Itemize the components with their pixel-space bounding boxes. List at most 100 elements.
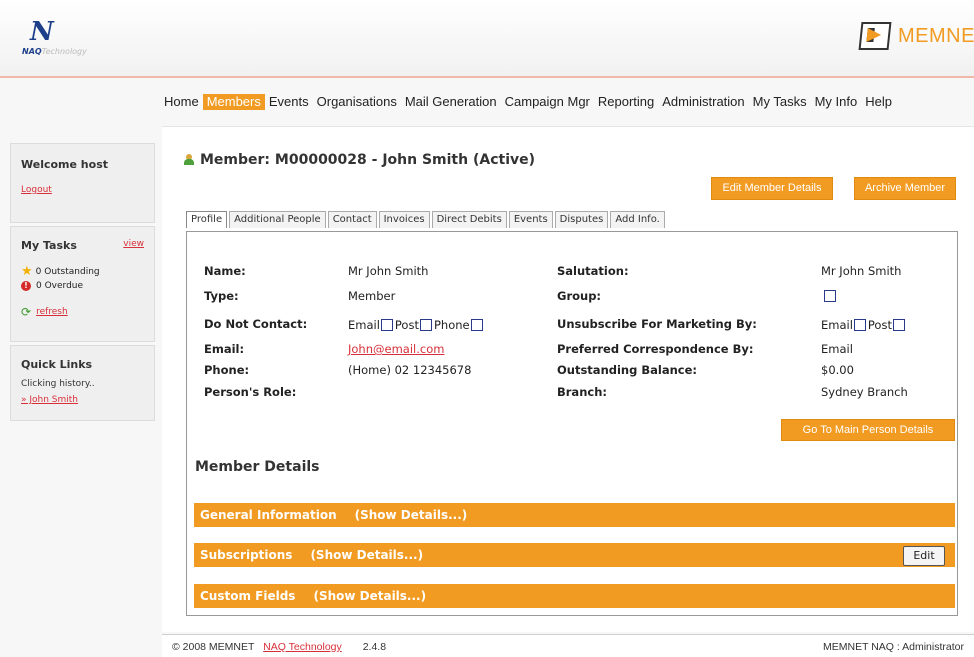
tab-invoices[interactable]: Invoices	[378, 211, 430, 228]
edit-member-details-button[interactable]: Edit Member Details	[711, 177, 833, 200]
email-link[interactable]: John@email.com	[348, 342, 444, 356]
branch-value: Sydney Branch	[821, 385, 908, 399]
group-checkbox[interactable]	[824, 290, 836, 302]
footer-company-link[interactable]: NAQ Technology	[263, 641, 342, 653]
welcome-box: Welcome host Logout	[10, 143, 155, 223]
quick-links-box: Quick Links Clicking history.. » John Sm…	[10, 345, 155, 421]
member-title-text: Member: M00000028 - John Smith (Active)	[200, 152, 536, 168]
persons-role-label: Person's Role:	[204, 385, 297, 399]
unsub-email-label: Email	[821, 318, 853, 332]
outstanding-count: 0 Outstanding	[35, 266, 100, 277]
tab-contact[interactable]: Contact	[327, 211, 377, 228]
my-tasks-box: My Tasks view ★ 0 Outstanding ! 0 Overdu…	[10, 226, 155, 342]
phone-label: Phone:	[204, 363, 250, 377]
custom-fields-bar[interactable]: Custom Fields (Show Details...)	[194, 584, 955, 608]
nav-members[interactable]: Members	[202, 94, 265, 110]
general-information-bar[interactable]: General Information (Show Details...)	[194, 503, 955, 527]
custom-fields-label: Custom Fields	[200, 589, 296, 603]
subscriptions-bar[interactable]: Subscriptions (Show Details...) Edit	[194, 543, 955, 567]
general-show-details-link[interactable]: (Show Details...)	[355, 508, 468, 522]
nav-organisations[interactable]: Organisations	[313, 94, 401, 110]
naq-logo-text: NAQTechnology	[22, 47, 87, 56]
tab-add-info[interactable]: Add Info.	[610, 211, 665, 228]
subscriptions-edit-button[interactable]: Edit	[903, 546, 945, 566]
unsub-post-checkbox[interactable]	[892, 319, 905, 331]
salutation-label: Salutation:	[557, 264, 629, 278]
naq-logo-letter: N	[30, 17, 54, 47]
salutation-value: Mr John Smith	[821, 264, 902, 278]
nav-home[interactable]: Home	[160, 94, 203, 110]
dnc-phone-checkbox[interactable]	[470, 319, 483, 331]
branch-label: Branch:	[557, 385, 607, 399]
unsub-email-checkbox[interactable]	[853, 319, 866, 331]
quick-links-subtitle: Clicking history..	[21, 379, 95, 389]
tab-profile[interactable]: Profile	[186, 211, 228, 228]
nav-my-info[interactable]: My Info	[811, 94, 862, 110]
unsub-post-label: Post	[867, 318, 892, 332]
subscriptions-label: Subscriptions	[200, 548, 293, 562]
preferred-correspondence-label: Preferred Correspondence By:	[557, 342, 754, 356]
memnet-logo-text: MEMNET	[898, 24, 974, 47]
email-label: Email:	[204, 342, 245, 356]
logout-link[interactable]: Logout	[21, 185, 144, 195]
page-title: Member: M00000028 - John Smith (Active)	[184, 152, 535, 168]
my-tasks-title: My Tasks	[21, 239, 77, 252]
do-not-contact-options: Email Post Phone	[348, 318, 485, 332]
star-icon: ★	[21, 264, 33, 279]
name-label: Name:	[204, 264, 246, 278]
nav-administration[interactable]: Administration	[658, 94, 748, 110]
app-window: N NAQTechnology MEMNET Home Members Even…	[0, 0, 974, 657]
overdue-row: ! 0 Overdue	[21, 281, 144, 291]
main-nav: Home Members Events Organisations Mail G…	[160, 94, 896, 110]
nav-my-tasks[interactable]: My Tasks	[749, 94, 811, 110]
name-value: Mr John Smith	[348, 264, 429, 278]
do-not-contact-label: Do Not Contact:	[204, 317, 308, 331]
tab-additional-people[interactable]: Additional People	[229, 211, 326, 228]
footer-version: 2.4.8	[362, 641, 387, 653]
memnet-logo-icon	[858, 22, 892, 50]
refresh-link[interactable]: refresh	[36, 307, 68, 317]
outstanding-row: ★ 0 Outstanding	[21, 264, 144, 279]
profile-panel: Name: Mr John Smith Type: Member Do Not …	[186, 231, 958, 616]
member-tabs: Profile Additional People Contact Invoic…	[186, 211, 667, 228]
refresh-icon[interactable]: ⟳	[21, 305, 31, 319]
type-label: Type:	[204, 289, 239, 303]
header: N NAQTechnology MEMNET	[0, 0, 974, 78]
nav-mail-generation[interactable]: Mail Generation	[401, 94, 501, 110]
quick-links-title: Quick Links	[21, 358, 93, 371]
naq-logo[interactable]: N NAQTechnology	[22, 17, 87, 56]
archive-member-button[interactable]: Archive Member	[854, 177, 956, 200]
memnet-logo[interactable]: MEMNET	[858, 22, 974, 50]
dnc-email-checkbox[interactable]	[380, 319, 393, 331]
tab-direct-debits[interactable]: Direct Debits	[431, 211, 507, 228]
welcome-text: Welcome host	[21, 158, 108, 171]
custom-show-details-link[interactable]: (Show Details...)	[313, 589, 426, 603]
outstanding-balance-value: $0.00	[821, 363, 854, 377]
person-icon	[184, 154, 194, 166]
dnc-phone-label: Phone	[433, 318, 470, 332]
go-to-main-person-details-button[interactable]: Go To Main Person Details	[781, 419, 955, 441]
member-details-title: Member Details	[195, 459, 320, 475]
group-label: Group:	[557, 289, 602, 303]
dnc-email-label: Email	[348, 318, 380, 332]
footer-user: MEMNET NAQ : Administrator	[822, 641, 964, 653]
refresh-row: ⟳ refresh	[21, 305, 144, 319]
alert-icon: !	[21, 281, 31, 291]
main-content: Member: M00000028 - John Smith (Active) …	[162, 126, 974, 632]
unsubscribe-label: Unsubscribe For Marketing By:	[557, 317, 757, 331]
subscriptions-show-details-link[interactable]: (Show Details...)	[310, 548, 423, 562]
tab-disputes[interactable]: Disputes	[554, 211, 609, 228]
footer-copyright: © 2008 MEMNET	[172, 641, 255, 653]
general-information-label: General Information	[200, 508, 337, 522]
nav-events[interactable]: Events	[265, 94, 313, 110]
nav-help[interactable]: Help	[861, 94, 896, 110]
overdue-count: 0 Overdue	[36, 281, 84, 291]
tasks-view-link[interactable]: view	[123, 239, 144, 252]
tab-events[interactable]: Events	[508, 211, 553, 228]
dnc-post-checkbox[interactable]	[419, 319, 432, 331]
nav-reporting[interactable]: Reporting	[594, 94, 658, 110]
type-value: Member	[348, 289, 396, 303]
preferred-correspondence-value: Email	[821, 342, 853, 356]
nav-campaign-mgr[interactable]: Campaign Mgr	[501, 94, 594, 110]
quick-link-john-smith[interactable]: » John Smith	[21, 395, 144, 405]
